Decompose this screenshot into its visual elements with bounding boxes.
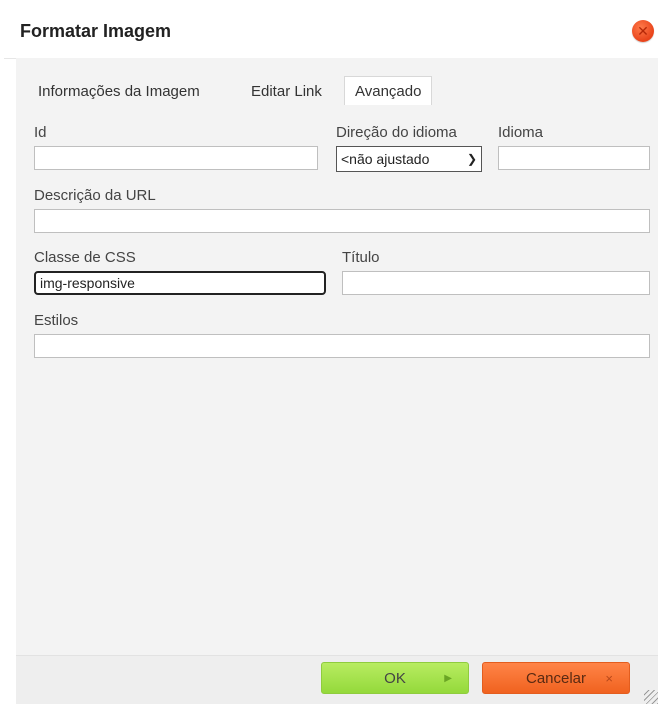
styles-label: Estilos [34,312,79,329]
long-desc-input[interactable] [34,209,650,233]
image-properties-dialog: Formatar Imagem ✕ Informações da Imagem … [4,6,658,704]
language-label: Idioma [498,124,544,141]
direction-selected: <não ajustado [341,151,430,167]
close-icon[interactable]: ✕ [632,20,654,42]
css-class-label: Classe de CSS [34,249,136,266]
arrow-right-icon: ▶ [444,673,452,684]
dialog-body: Informações da Imagem Editar Link Avança… [16,58,658,655]
title-input[interactable] [342,271,650,295]
chevron-down-icon: ❯ [466,152,477,166]
dialog-titlebar[interactable]: Formatar Imagem ✕ [4,6,658,59]
styles-input[interactable] [34,334,650,358]
css-class-input[interactable] [34,271,326,295]
long-desc-label: Descrição da URL [34,187,156,204]
tab-image-info[interactable]: Informações da Imagem [28,78,210,106]
direction-label: Direção do idioma [336,124,457,141]
dialog-footer: OK ▶ Cancelar × [16,655,658,704]
title-label: Título [342,249,380,266]
resize-grip-icon[interactable] [644,690,658,704]
tab-advanced[interactable]: Avançado [344,76,433,105]
direction-select[interactable]: <não ajustado ❯ [336,146,482,172]
ok-button[interactable]: OK ▶ [321,662,469,694]
dialog-title: Formatar Imagem [20,21,172,41]
advanced-panel: Id Direção do idioma <não ajustado ❯ Idi… [28,106,650,646]
id-label: Id [34,124,47,141]
language-input[interactable] [498,146,650,170]
tab-edit-link[interactable]: Editar Link [241,78,332,106]
cancel-button[interactable]: Cancelar × [482,662,630,694]
id-input[interactable] [34,146,318,170]
close-x-icon: × [605,671,613,686]
